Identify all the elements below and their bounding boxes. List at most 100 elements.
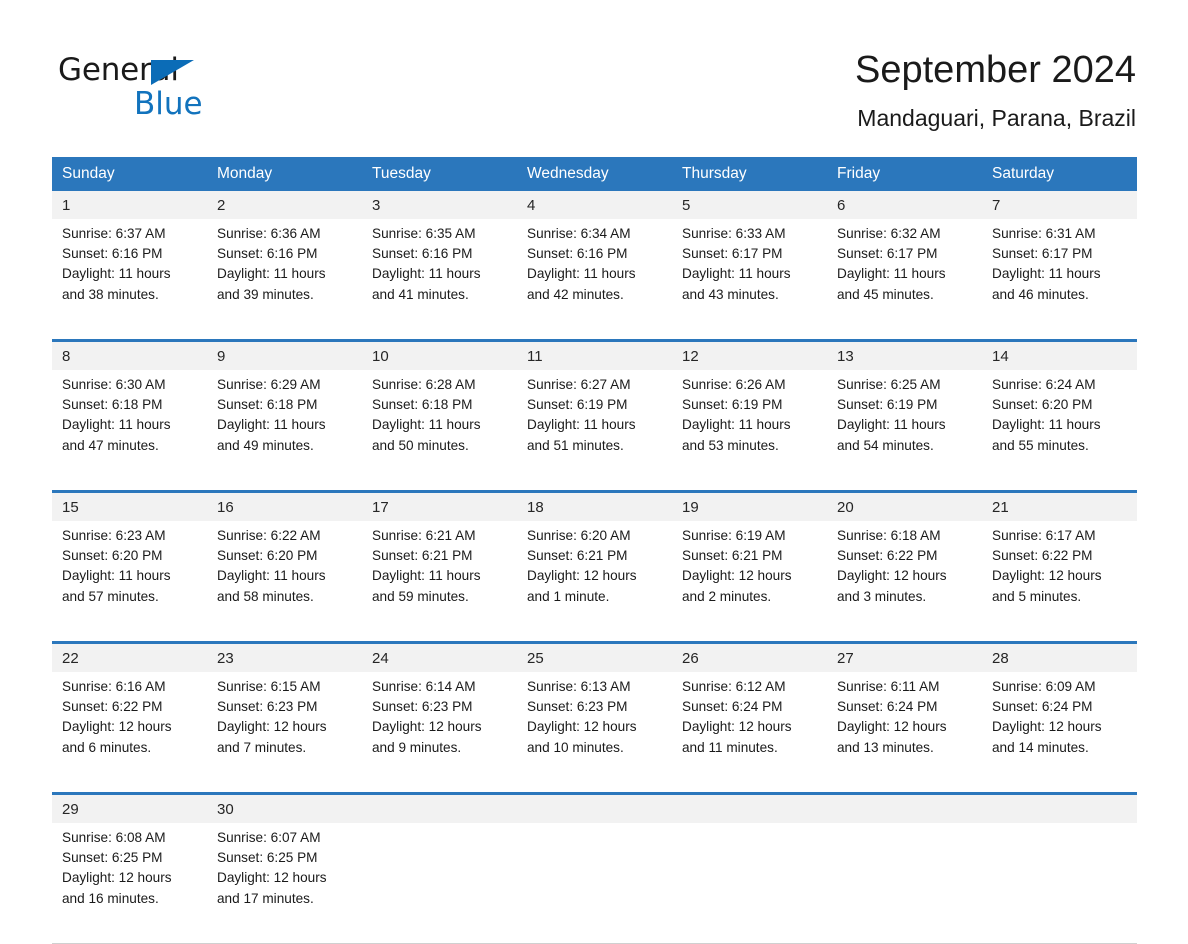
weekday-header-thursday: Thursday [672,157,827,191]
sunrise-text: Sunrise: 6:37 AM [62,226,166,241]
sunrise-text: Sunrise: 6:28 AM [372,377,476,392]
calendar-body: 1 2 3 4 5 6 7 Sunrise: 6:37 AM Sunset: 6… [52,191,1137,943]
day-cell[interactable]: Sunrise: 6:30 AM Sunset: 6:18 PM Dayligh… [52,370,207,492]
daylight-text-line2: and 10 minutes. [527,739,624,755]
day-number[interactable]: 16 [207,490,362,521]
day-number[interactable]: 24 [362,641,517,672]
day-cell[interactable]: Sunrise: 6:18 AM Sunset: 6:22 PM Dayligh… [827,521,982,643]
day-cell[interactable]: Sunrise: 6:07 AM Sunset: 6:25 PM Dayligh… [207,823,362,943]
day-cell[interactable]: Sunrise: 6:29 AM Sunset: 6:18 PM Dayligh… [207,370,362,492]
daylight-text-line1: Daylight: 11 hours [682,417,791,433]
daylight-text-line1: Daylight: 12 hours [217,719,327,735]
daylight-text-line1: Daylight: 11 hours [682,266,791,282]
sunrise-text: Sunrise: 6:09 AM [992,679,1096,694]
day-cell[interactable]: Sunrise: 6:33 AM Sunset: 6:17 PM Dayligh… [672,219,827,341]
sunrise-text: Sunrise: 6:15 AM [217,679,321,694]
day-cell[interactable]: Sunrise: 6:31 AM Sunset: 6:17 PM Dayligh… [982,219,1137,341]
day-number[interactable]: 17 [362,490,517,521]
day-cell[interactable]: Sunrise: 6:15 AM Sunset: 6:23 PM Dayligh… [207,672,362,794]
daylight-text-line2: and 38 minutes. [62,286,159,302]
sunrise-text: Sunrise: 6:34 AM [527,226,631,241]
day-number[interactable]: 25 [517,641,672,672]
weekday-header-sunday: Sunday [52,157,207,191]
day-cell[interactable]: Sunrise: 6:21 AM Sunset: 6:21 PM Dayligh… [362,521,517,643]
day-number[interactable]: 9 [207,339,362,370]
day-number[interactable]: 23 [207,641,362,672]
daylight-text-line1: Daylight: 11 hours [217,417,326,433]
day-number[interactable]: 19 [672,490,827,521]
daylight-text-line1: Daylight: 11 hours [992,266,1101,282]
daylight-text-line2: and 43 minutes. [682,286,779,302]
day-number[interactable]: 28 [982,641,1137,672]
weekday-header-wednesday: Wednesday [517,157,672,191]
day-number[interactable]: 6 [827,191,982,219]
day-number[interactable]: 12 [672,339,827,370]
day-cell[interactable]: Sunrise: 6:17 AM Sunset: 6:22 PM Dayligh… [982,521,1137,643]
day-cell[interactable]: Sunrise: 6:24 AM Sunset: 6:20 PM Dayligh… [982,370,1137,492]
daylight-text-line1: Daylight: 11 hours [217,266,326,282]
day-number[interactable]: 11 [517,339,672,370]
day-cell[interactable]: Sunrise: 6:28 AM Sunset: 6:18 PM Dayligh… [362,370,517,492]
daylight-text-line1: Daylight: 11 hours [62,266,171,282]
day-number[interactable]: 21 [982,490,1137,521]
day-number[interactable]: 7 [982,191,1137,219]
day-number[interactable]: 20 [827,490,982,521]
day-cell[interactable]: Sunrise: 6:27 AM Sunset: 6:19 PM Dayligh… [517,370,672,492]
day-number[interactable]: 22 [52,641,207,672]
daylight-text-line1: Daylight: 12 hours [62,870,172,886]
day-cell[interactable]: Sunrise: 6:14 AM Sunset: 6:23 PM Dayligh… [362,672,517,794]
day-cell[interactable]: Sunrise: 6:37 AM Sunset: 6:16 PM Dayligh… [52,219,207,341]
day-cell[interactable]: Sunrise: 6:22 AM Sunset: 6:20 PM Dayligh… [207,521,362,643]
generalblue-logo[interactable]: General Blue [58,52,278,124]
daylight-text-line1: Daylight: 11 hours [372,568,481,584]
day-number[interactable]: 4 [517,191,672,219]
day-number[interactable]: 27 [827,641,982,672]
day-number[interactable]: 1 [52,191,207,219]
day-number[interactable]: 26 [672,641,827,672]
day-cell[interactable]: Sunrise: 6:16 AM Sunset: 6:22 PM Dayligh… [52,672,207,794]
sunrise-text: Sunrise: 6:20 AM [527,528,631,543]
day-cell[interactable]: Sunrise: 6:08 AM Sunset: 6:25 PM Dayligh… [52,823,207,943]
daylight-text-line2: and 9 minutes. [372,739,462,755]
day-number[interactable]: 5 [672,191,827,219]
day-cell[interactable]: Sunrise: 6:36 AM Sunset: 6:16 PM Dayligh… [207,219,362,341]
day-number[interactable]: 29 [52,792,207,823]
day-cell-empty [362,823,517,943]
day-number[interactable]: 8 [52,339,207,370]
daylight-text-line2: and 58 minutes. [217,588,314,604]
day-number[interactable]: 13 [827,339,982,370]
day-cell[interactable]: Sunrise: 6:12 AM Sunset: 6:24 PM Dayligh… [672,672,827,794]
day-number[interactable]: 3 [362,191,517,219]
day-cell-empty [982,823,1137,943]
day-cell[interactable]: Sunrise: 6:23 AM Sunset: 6:20 PM Dayligh… [52,521,207,643]
day-cell[interactable]: Sunrise: 6:25 AM Sunset: 6:19 PM Dayligh… [827,370,982,492]
day-number[interactable]: 2 [207,191,362,219]
day-cell[interactable]: Sunrise: 6:11 AM Sunset: 6:24 PM Dayligh… [827,672,982,794]
day-cell[interactable]: Sunrise: 6:35 AM Sunset: 6:16 PM Dayligh… [362,219,517,341]
sunrise-text: Sunrise: 6:13 AM [527,679,631,694]
page-title: September 2024 [855,49,1136,91]
sunrise-text: Sunrise: 6:29 AM [217,377,321,392]
day-number[interactable]: 30 [207,792,362,823]
sunset-text: Sunset: 6:16 PM [527,246,628,262]
day-cell[interactable]: Sunrise: 6:26 AM Sunset: 6:19 PM Dayligh… [672,370,827,492]
sunrise-text: Sunrise: 6:07 AM [217,830,321,845]
day-cell[interactable]: Sunrise: 6:34 AM Sunset: 6:16 PM Dayligh… [517,219,672,341]
day-number[interactable]: 15 [52,490,207,521]
sunrise-text: Sunrise: 6:33 AM [682,226,786,241]
day-number[interactable]: 14 [982,339,1137,370]
sunrise-text: Sunrise: 6:36 AM [217,226,321,241]
day-cell[interactable]: Sunrise: 6:09 AM Sunset: 6:24 PM Dayligh… [982,672,1137,794]
sunset-text: Sunset: 6:21 PM [527,548,628,564]
day-number[interactable]: 10 [362,339,517,370]
day-cell[interactable]: Sunrise: 6:13 AM Sunset: 6:23 PM Dayligh… [517,672,672,794]
daylight-text-line2: and 41 minutes. [372,286,469,302]
daylight-text-line2: and 14 minutes. [992,739,1089,755]
sunrise-text: Sunrise: 6:16 AM [62,679,166,694]
day-number[interactable]: 18 [517,490,672,521]
sunrise-text: Sunrise: 6:08 AM [62,830,166,845]
sunset-text: Sunset: 6:23 PM [527,699,628,715]
day-cell[interactable]: Sunrise: 6:32 AM Sunset: 6:17 PM Dayligh… [827,219,982,341]
day-cell[interactable]: Sunrise: 6:20 AM Sunset: 6:21 PM Dayligh… [517,521,672,643]
day-cell[interactable]: Sunrise: 6:19 AM Sunset: 6:21 PM Dayligh… [672,521,827,643]
